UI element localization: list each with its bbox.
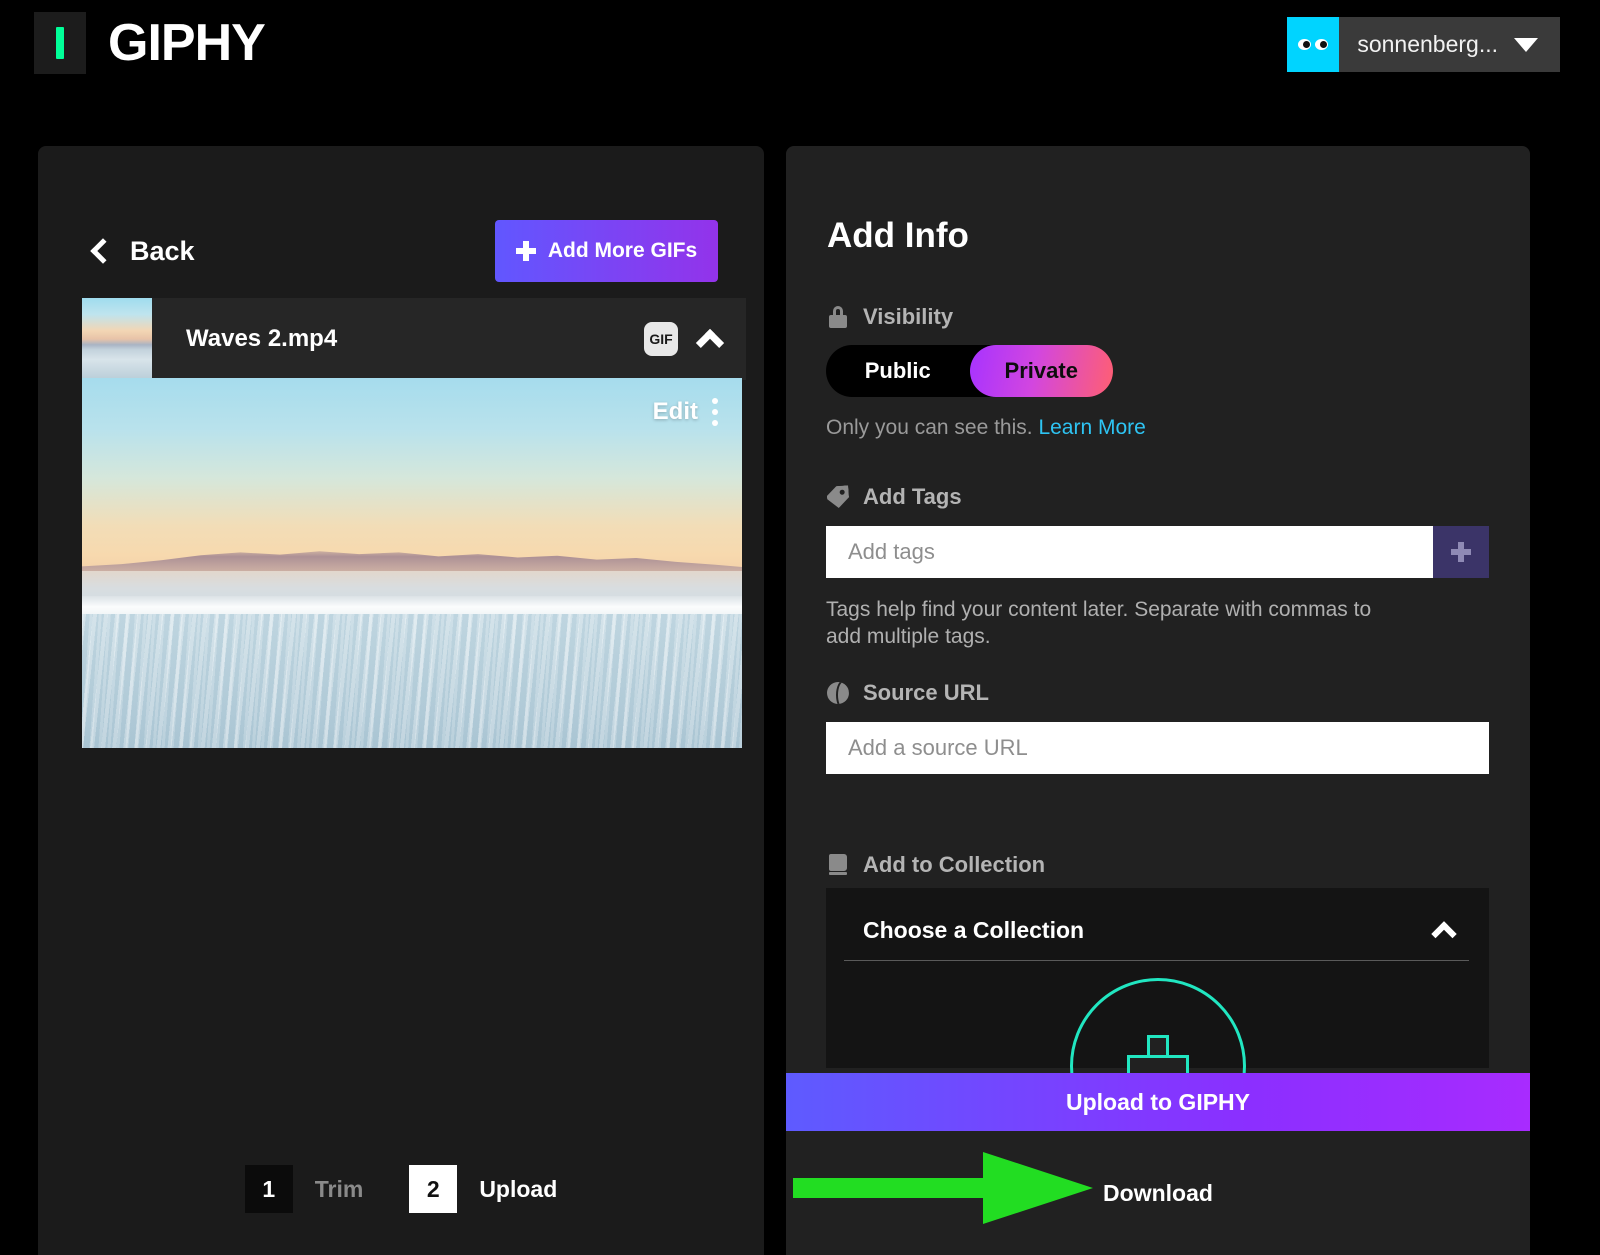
learn-more-link[interactable]: Learn More: [1038, 416, 1145, 439]
user-menu[interactable]: sonnenberg...: [1287, 17, 1560, 72]
download-label: Download: [1103, 1180, 1213, 1207]
eyes-icon: [1315, 39, 1328, 50]
step-number: 1: [245, 1165, 293, 1213]
step-indicator: 1 Trim 2 Upload: [38, 1165, 764, 1213]
file-name: Waves 2.mp4: [186, 325, 644, 353]
source-url-label: Source URL: [863, 680, 989, 706]
step-upload[interactable]: 2 Upload: [409, 1165, 557, 1213]
chevron-up-icon[interactable]: [696, 329, 724, 357]
avatar: [1287, 17, 1339, 72]
divider: [844, 960, 1469, 961]
add-to-collection-label: Add to Collection: [863, 852, 1045, 878]
add-tags-label: Add Tags: [863, 484, 962, 510]
globe-icon: [827, 682, 849, 704]
add-more-gifs-label: Add More GIFs: [548, 239, 697, 263]
add-tag-button[interactable]: [1433, 526, 1489, 578]
visibility-note-text: Only you can see this.: [826, 416, 1033, 439]
visibility-option-private[interactable]: Private: [970, 345, 1114, 397]
file-thumbnail: [82, 298, 152, 380]
file-row[interactable]: Waves 2.mp4 GIF: [82, 298, 746, 380]
source-url-input[interactable]: [826, 722, 1489, 774]
kebab-menu-icon[interactable]: [712, 398, 718, 426]
visibility-note: Only you can see this. Learn More: [826, 416, 1146, 440]
book-icon: [827, 854, 849, 876]
visibility-label: Visibility: [863, 304, 953, 330]
step-label: Trim: [315, 1176, 364, 1203]
visibility-section-header: Visibility: [827, 304, 953, 330]
page-title: Add Info: [827, 216, 969, 256]
chevron-up-icon[interactable]: [1431, 921, 1456, 946]
gif-preview[interactable]: Edit: [82, 378, 742, 748]
giphy-upload-page: GIPHY sonnenberg... Back Add More GIFs: [0, 0, 1600, 1255]
lock-icon: [827, 306, 849, 328]
gif-format-badge[interactable]: GIF: [644, 322, 678, 356]
upload-to-giphy-button[interactable]: Upload to GIPHY: [786, 1073, 1530, 1131]
user-name-label: sonnenberg...: [1339, 31, 1514, 58]
edit-overlay[interactable]: Edit: [653, 398, 718, 426]
edit-label: Edit: [653, 398, 698, 426]
step-trim[interactable]: 1 Trim: [245, 1165, 410, 1213]
plus-icon: [1451, 542, 1471, 562]
choose-collection-label: Choose a Collection: [863, 917, 1084, 944]
top-bar: GIPHY sonnenberg...: [0, 0, 1600, 90]
tag-icon: [826, 485, 849, 508]
source-url-section-header: Source URL: [827, 680, 989, 706]
green-bar-icon: [56, 27, 64, 59]
tags-input[interactable]: [826, 526, 1433, 578]
download-button[interactable]: Download: [786, 1131, 1530, 1255]
tags-help-text: Tags help find your content later. Separ…: [826, 596, 1386, 651]
preview-surf: [82, 614, 742, 748]
caret-down-icon[interactable]: [1514, 38, 1538, 52]
step-label: Upload: [479, 1176, 557, 1203]
step-number: 2: [409, 1165, 457, 1213]
collection-dropdown[interactable]: Choose a Collection: [826, 888, 1489, 1068]
giphy-logo-mark: [34, 12, 86, 74]
collection-section-header: Add to Collection: [827, 852, 1045, 878]
choose-collection-header[interactable]: Choose a Collection: [863, 908, 1467, 952]
add-more-gifs-button[interactable]: Add More GIFs: [495, 220, 718, 282]
tags-section-header: Add Tags: [827, 484, 962, 510]
left-panel-toolbar: Back Add More GIFs: [86, 217, 718, 285]
visibility-toggle[interactable]: Public Private: [826, 345, 1113, 397]
upload-button-label: Upload to GIPHY: [1066, 1089, 1250, 1116]
upload-preview-panel: Back Add More GIFs Waves 2.mp4 GIF Edit: [38, 146, 764, 1255]
plus-icon: [516, 241, 536, 261]
eyes-icon: [1298, 39, 1311, 50]
chevron-left-icon: [90, 238, 115, 263]
brand-name: GIPHY: [108, 13, 265, 73]
back-label: Back: [130, 236, 195, 267]
visibility-option-public[interactable]: Public: [826, 345, 970, 397]
giphy-logo[interactable]: GIPHY: [34, 12, 265, 74]
back-button[interactable]: Back: [86, 236, 195, 267]
